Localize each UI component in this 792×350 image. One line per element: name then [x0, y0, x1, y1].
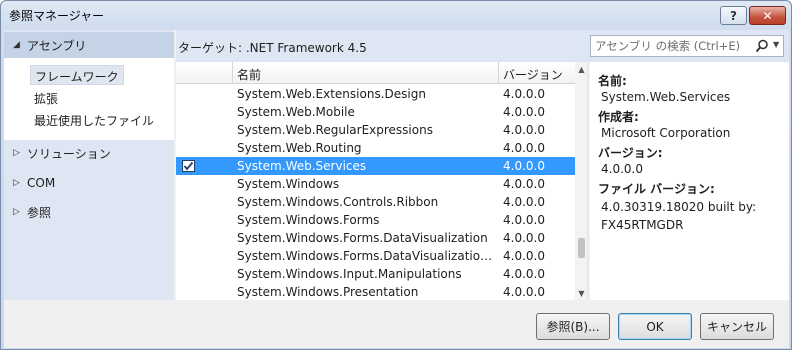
column-header-version[interactable]: バージョン [503, 66, 563, 83]
search-options-dropdown-icon[interactable]: ▼ [773, 40, 779, 49]
cancel-button[interactable]: キャンセル [700, 313, 774, 340]
top-bar: ターゲット: .NET Framework 4.5 ▼ [176, 30, 789, 62]
window-title: 参照マネージャー [9, 9, 105, 23]
assembly-name-cell: System.Windows.Input.Manipulations [237, 267, 462, 281]
details-file-version-label: ファイル バージョン: [598, 182, 715, 196]
table-row[interactable]: System.Web.Routing 4.0.0.0 [176, 139, 575, 157]
nav-solution-label: ソリューション [27, 146, 111, 161]
assembly-name-cell: System.Web.Extensions.Design [237, 87, 426, 101]
scrollbar-thumb[interactable] [578, 238, 585, 258]
assembly-name-cell: System.Windows.Controls.Ribbon [237, 195, 439, 209]
nav-item-extensions[interactable]: 拡張 [30, 88, 62, 108]
details-file-version-value: 4.0.30319.18020 built by: FX45RTMGDR [601, 200, 757, 232]
table-row[interactable]: System.Web.Mobile 4.0.0.0 [176, 103, 575, 121]
assembly-version-cell: 4.0.0.0 [503, 213, 545, 227]
column-separator [498, 62, 499, 84]
nav-browse[interactable]: ▷ 参照 [4, 199, 174, 225]
assembly-name-cell: System.Windows.Presentation [237, 285, 419, 299]
search-icon[interactable] [755, 39, 769, 53]
vertical-scrollbar[interactable]: ▲ ▼ [575, 62, 587, 300]
category-navigation: ◢ アセンブリ フレームワーク 拡張 最近使用したファイル ▷ ソリューション … [4, 30, 174, 300]
ok-button[interactable]: OK [618, 313, 692, 340]
table-row[interactable]: System.Windows.Forms 4.0.0.0 [176, 211, 575, 229]
table-row[interactable]: System.Windows.Forms.DataVisualization 4.… [176, 229, 575, 247]
dialog-client-area: ◢ アセンブリ フレームワーク 拡張 最近使用したファイル ▷ ソリューション … [4, 30, 789, 348]
assembly-name-cell: System.Windows.Forms.DataVisualization… [237, 249, 497, 263]
nav-item-recent[interactable]: 最近使用したファイル [30, 110, 158, 130]
details-author-value: Microsoft Corporation [601, 126, 731, 140]
assembly-name-cell: System.Web.RegularExpressions [237, 123, 433, 137]
table-row[interactable]: System.Windows.Controls.Ribbon 4.0.0.0 [176, 193, 575, 211]
assembly-name-cell: System.Windows.Forms [237, 213, 380, 227]
details-author-label: 作成者: [598, 110, 639, 124]
nav-assemblies-label: アセンブリ [27, 38, 87, 53]
column-separator [232, 62, 233, 84]
list-header: 名前 バージョン [176, 62, 575, 84]
details-version-value: 4.0.0.0 [601, 162, 643, 176]
details-pane: 名前: System.Web.Services 作成者: Microsoft C… [590, 62, 789, 300]
search-box: ▼ [590, 35, 784, 57]
assembly-name-cell: System.Web.Services [237, 159, 367, 173]
nav-browse-label: 参照 [27, 205, 52, 220]
browse-button[interactable]: 参照(B)... [536, 313, 610, 340]
collapsed-triangle-icon: ▷ [13, 178, 20, 188]
collapsed-triangle-icon: ▷ [13, 207, 20, 217]
assembly-name-cell: System.Windows [237, 177, 340, 191]
scroll-down-icon[interactable]: ▼ [575, 286, 587, 300]
table-row[interactable]: System.Web.RegularExpressions 4.0.0.0 [176, 121, 575, 139]
table-row[interactable]: System.Windows.Input.Manipulations 4.0.0.… [176, 265, 575, 283]
help-button[interactable]: ? [720, 6, 747, 25]
assembly-version-cell: 4.0.0.0 [503, 123, 545, 137]
collapsed-triangle-icon: ▷ [13, 148, 20, 158]
assembly-version-cell: 4.0.0.0 [503, 195, 545, 209]
scroll-up-icon[interactable]: ▲ [575, 62, 587, 76]
table-row[interactable]: System.Windows.Presentation 4.0.0.0 [176, 283, 575, 300]
assembly-version-cell: 4.0.0.0 [503, 285, 545, 299]
close-button[interactable]: ✕ [749, 6, 786, 25]
title-bar: 参照マネージャー ? ✕ [1, 1, 791, 29]
assemblies-sub-list: フレームワーク 拡張 最近使用したファイル [4, 58, 174, 140]
reference-manager-window: 参照マネージャー ? ✕ ◢ アセンブリ フレームワーク 拡張 最近使用したファ… [0, 0, 792, 350]
details-name-label: 名前: [598, 74, 627, 88]
assembly-version-cell: 4.0.0.0 [503, 141, 545, 155]
nav-solution[interactable]: ▷ ソリューション [4, 140, 174, 166]
checked-checkbox-icon[interactable] [182, 160, 195, 172]
assembly-name-cell: System.Windows.Forms.DataVisualization [237, 231, 488, 245]
assembly-version-cell: 4.0.0.0 [503, 159, 545, 173]
nav-com[interactable]: ▷ COM [4, 170, 174, 196]
assembly-name-cell: System.Web.Mobile [237, 105, 355, 119]
table-row[interactable]: System.Windows.Forms.DataVisualization… 4… [176, 247, 575, 265]
details-name-value: System.Web.Services [601, 90, 731, 104]
search-input[interactable] [595, 39, 751, 53]
assembly-version-cell: 4.0.0.0 [503, 105, 545, 119]
table-row[interactable]: System.Web.Extensions.Design 4.0.0.0 [176, 85, 575, 103]
assembly-list: 名前 バージョン System.Web.Extensions.Design 4.0… [176, 62, 588, 300]
expanded-triangle-icon: ◢ [13, 40, 20, 50]
assembly-version-cell: 4.0.0.0 [503, 177, 545, 191]
assembly-version-cell: 4.0.0.0 [503, 267, 545, 281]
target-framework-label: ターゲット: .NET Framework 4.5 [178, 41, 367, 55]
details-version-label: バージョン: [598, 146, 663, 160]
assembly-name-cell: System.Web.Routing [237, 141, 362, 155]
column-header-name[interactable]: 名前 [237, 66, 261, 83]
nav-assemblies[interactable]: ◢ アセンブリ [4, 32, 174, 58]
nav-com-label: COM [27, 176, 56, 190]
table-row[interactable]: System.Windows 4.0.0.0 [176, 175, 575, 193]
nav-item-framework[interactable]: フレームワーク [30, 65, 124, 85]
table-row[interactable]: System.Web.Services 4.0.0.0 [176, 157, 575, 175]
assembly-version-cell: 4.0.0.0 [503, 231, 545, 245]
assembly-version-cell: 4.0.0.0 [503, 249, 545, 263]
assembly-version-cell: 4.0.0.0 [503, 87, 545, 101]
